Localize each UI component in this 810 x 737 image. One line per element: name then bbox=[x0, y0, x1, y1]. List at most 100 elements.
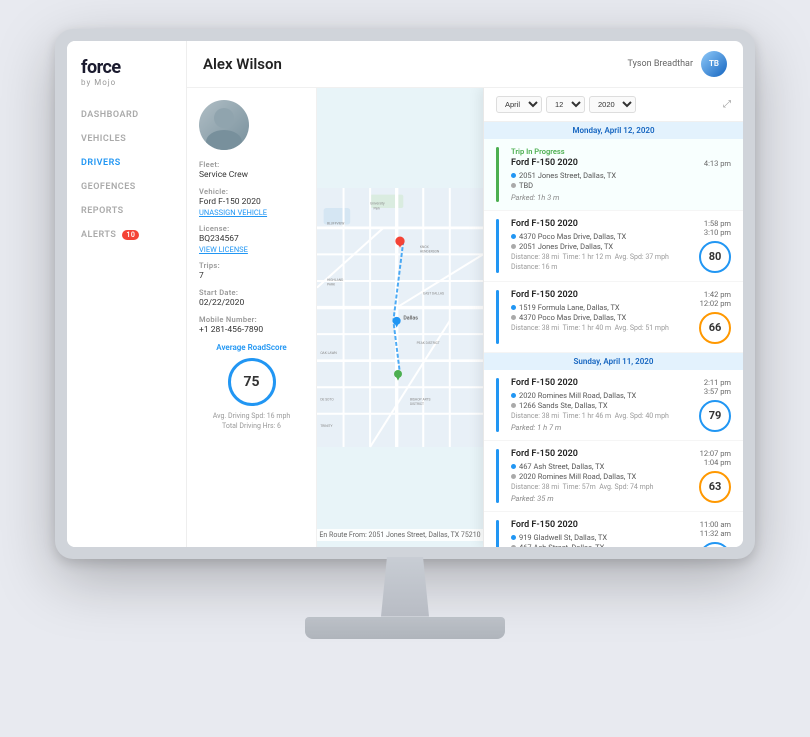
trip-vehicle: Ford F-150 2020 bbox=[511, 158, 696, 168]
score-title: Average RoadScore bbox=[199, 343, 304, 352]
driver-score-circle: 75 bbox=[228, 358, 276, 406]
trip-status-bar bbox=[496, 290, 499, 344]
trip-content: Trip In Progress Ford F-150 2020 2051 Jo… bbox=[511, 147, 696, 202]
trip-list: Monday, April 12, 2020 Trip In Progress … bbox=[484, 122, 743, 547]
sidebar-item-dashboard[interactable]: DASHBOARD bbox=[67, 103, 186, 127]
sidebar-item-drivers[interactable]: DRIVERS bbox=[67, 151, 186, 175]
addr-dot bbox=[511, 535, 516, 540]
trip-from-addr: 919 Gladwell St, Dallas, TX bbox=[511, 533, 691, 542]
trip-to-addr: 1266 Sands Ste, Dallas, TX bbox=[511, 401, 691, 410]
trip-in-progress-label: Trip In Progress bbox=[511, 147, 696, 156]
svg-text:BLUFFVIEW: BLUFFVIEW bbox=[327, 221, 344, 225]
svg-text:KNOX: KNOX bbox=[420, 244, 429, 248]
date-divider-apr12: Monday, April 12, 2020 bbox=[484, 122, 743, 139]
svg-text:OAK LAWN: OAK LAWN bbox=[320, 351, 337, 355]
driver-photo bbox=[199, 100, 249, 150]
expand-icon[interactable]: ⤢ bbox=[723, 99, 731, 110]
trip-content: Ford F-150 2020 467 Ash Street, Dallas, … bbox=[511, 449, 691, 503]
sidebar-item-reports[interactable]: REPORTS bbox=[67, 199, 186, 223]
svg-text:BISHOP ARTS: BISHOP ARTS bbox=[410, 397, 431, 401]
year-select[interactable]: 2020 bbox=[589, 96, 636, 113]
trip-vehicle: Ford F-150 2020 bbox=[511, 520, 691, 530]
addr-dot bbox=[511, 173, 516, 178]
trip-stats: Distance: 38 mi Time: 1 hr 46 m Avg. Spd… bbox=[511, 412, 691, 420]
trip-time-range: 1:42 pm12:02 pm bbox=[700, 290, 731, 308]
trip-vehicle: Ford F-150 2020 bbox=[511, 449, 691, 459]
trip-status-bar bbox=[496, 378, 499, 432]
trips-label: Trips: bbox=[199, 261, 304, 270]
mobile-value: +1 281-456-7890 bbox=[199, 325, 304, 335]
sidebar: force by Mojo DASHBOARD VEHICLES DRIVERS… bbox=[67, 41, 187, 547]
trip-content: Ford F-150 2020 4370 Poco Mas Drive, Dal… bbox=[511, 219, 691, 271]
driving-speed: Avg. Driving Spd: 16 mph bbox=[199, 412, 304, 420]
trip-parked: Parked: 1 h 7 m bbox=[511, 423, 691, 432]
driving-hrs: Total Driving Hrs: 6 bbox=[199, 422, 304, 430]
trip-item[interactable]: Ford F-150 2020 467 Ash Street, Dallas, … bbox=[484, 441, 743, 512]
fleet-label: Fleet: bbox=[199, 160, 304, 169]
trip-right: 11:00 am11:32 am 73 bbox=[699, 520, 731, 547]
vehicle-link[interactable]: UNASSIGN VEHICLE bbox=[199, 208, 304, 217]
trip-vehicle: Ford F-150 2020 bbox=[511, 378, 691, 388]
monitor-wrap: force by Mojo DASHBOARD VEHICLES DRIVERS… bbox=[45, 29, 765, 709]
driver-name: Alex Wilson bbox=[203, 55, 282, 73]
trip-item[interactable]: Ford F-150 2020 919 Gladwell St, Dallas,… bbox=[484, 512, 743, 547]
trip-from-addr: 2020 Romines Mill Road, Dallas, TX bbox=[511, 391, 691, 400]
trip-right: 1:42 pm12:02 pm 66 bbox=[699, 290, 731, 344]
sidebar-item-alerts[interactable]: ALERTS 10 bbox=[67, 223, 186, 247]
sidebar-item-geofences[interactable]: GEOFENCES bbox=[67, 175, 186, 199]
logo-mojo: by Mojo bbox=[81, 78, 172, 87]
map-route-label: En Route From: 2051 Jones Street, Dallas… bbox=[317, 529, 483, 541]
trip-item[interactable]: Ford F-150 2020 2020 Romines Mill Road, … bbox=[484, 370, 743, 441]
monitor-base bbox=[305, 617, 505, 639]
trip-panel: April 12 2020 ⤢ bbox=[483, 88, 743, 547]
map-area: Dallas BLUFFVIEW University Park HIGHLAN… bbox=[317, 88, 483, 547]
score-value: 75 bbox=[243, 374, 259, 390]
svg-text:HENDERSON: HENDERSON bbox=[420, 249, 440, 253]
trip-parked: Parked: 35 m bbox=[511, 494, 691, 503]
trip-from-addr: 1519 Formula Lane, Dallas, TX bbox=[511, 303, 691, 312]
addr-dot bbox=[511, 393, 516, 398]
month-select[interactable]: April bbox=[496, 96, 542, 113]
trip-right: 2:11 pm3:57 pm 79 bbox=[699, 378, 731, 432]
day-select[interactable]: 12 bbox=[546, 96, 585, 113]
trip-to-addr: 4370 Poco Mas Drive, Dallas, TX bbox=[511, 313, 691, 322]
trip-score: 63 bbox=[699, 471, 731, 503]
addr-dot-dest bbox=[511, 474, 516, 479]
addr-dot-dest bbox=[511, 545, 516, 547]
trip-status-bar bbox=[496, 219, 499, 273]
license-label: License: bbox=[199, 224, 304, 233]
trip-from-addr: 4370 Poco Mas Drive, Dallas, TX bbox=[511, 232, 691, 241]
license-link[interactable]: VIEW LICENSE bbox=[199, 245, 304, 254]
logo-area: force by Mojo bbox=[67, 57, 186, 103]
mobile-label: Mobile Number: bbox=[199, 315, 304, 324]
app-header: Alex Wilson Tyson Breadthar TB bbox=[187, 41, 743, 88]
addr-dot-dest bbox=[511, 183, 516, 188]
trip-score: 66 bbox=[699, 312, 731, 344]
svg-text:DE SOTO: DE SOTO bbox=[320, 397, 334, 401]
sidebar-item-vehicles[interactable]: VEHICLES bbox=[67, 127, 186, 151]
trip-from-addr: 467 Ash Street, Dallas, TX bbox=[511, 462, 691, 471]
header-right: Tyson Breadthar TB bbox=[628, 51, 727, 77]
svg-text:PEAK DISTRICT: PEAK DISTRICT bbox=[417, 341, 440, 345]
trip-item[interactable]: Ford F-150 2020 4370 Poco Mas Drive, Dal… bbox=[484, 211, 743, 282]
license-value: BQ234567 bbox=[199, 234, 304, 244]
addr-dot-dest bbox=[511, 244, 516, 249]
trip-right: 1:58 pm3:10 pm 80 bbox=[699, 219, 731, 273]
logo-force: force bbox=[81, 57, 172, 78]
trip-item[interactable]: Ford F-150 2020 1519 Formula Lane, Dalla… bbox=[484, 282, 743, 353]
date-divider-apr11: Sunday, April 11, 2020 bbox=[484, 353, 743, 370]
trip-content: Ford F-150 2020 2020 Romines Mill Road, … bbox=[511, 378, 691, 432]
svg-text:TRINITY: TRINITY bbox=[320, 424, 332, 428]
trip-item[interactable]: Trip In Progress Ford F-150 2020 2051 Jo… bbox=[484, 139, 743, 211]
alerts-badge: 10 bbox=[122, 230, 139, 240]
svg-text:DISTRICT: DISTRICT bbox=[410, 402, 424, 406]
trip-score: 73 bbox=[699, 542, 731, 547]
trip-time-range: 2:11 pm3:57 pm bbox=[704, 378, 731, 396]
trip-stats: Distance: 38 mi Time: 1 hr 12 m Avg. Spd… bbox=[511, 253, 691, 261]
vehicle-value: Ford F-150 2020 bbox=[199, 197, 304, 207]
trip-vehicle: Ford F-150 2020 bbox=[511, 219, 691, 229]
trip-score: 79 bbox=[699, 400, 731, 432]
trip-to-addr: 2051 Jones Drive, Dallas, TX bbox=[511, 242, 691, 251]
avatar: TB bbox=[701, 51, 727, 77]
svg-text:University: University bbox=[370, 201, 385, 205]
